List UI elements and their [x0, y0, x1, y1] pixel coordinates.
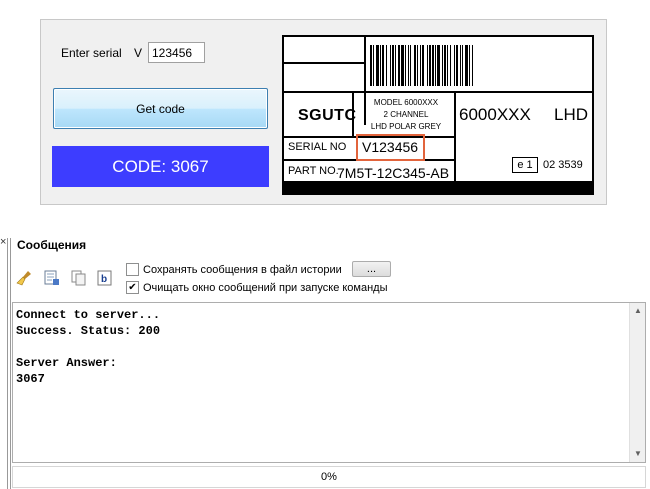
- console-line: Success. Status: 200: [16, 324, 161, 338]
- console-line: ​: [16, 339, 160, 355]
- pane-splitter[interactable]: [7, 238, 11, 489]
- serial-prefix: V: [134, 46, 143, 60]
- browse-button[interactable]: ...: [352, 261, 391, 277]
- broom-icon[interactable]: [16, 269, 34, 287]
- model-line: 2 CHANNEL: [383, 110, 429, 119]
- save-history-checkbox[interactable]: [126, 263, 139, 276]
- serial-label: Enter serial: [61, 46, 122, 60]
- serial-panel: Enter serial V Get code CODE: 3067 SGUTC…: [40, 19, 607, 205]
- svg-text:b: b: [101, 274, 107, 285]
- save-history-option[interactable]: Сохранять сообщения в файл истории: [126, 263, 342, 276]
- label-card: SGUTC MODEL 6000XXX 2 CHANNEL LHD POLAR …: [282, 35, 594, 195]
- messages-console[interactable]: Connect to server... Success. Status: 200…: [12, 302, 646, 463]
- part-no-label: PART NO.: [288, 165, 339, 177]
- clear-on-start-option[interactable]: ✔ Очищать окно сообщений при запуске ком…: [126, 281, 388, 294]
- barcode-bar: [473, 45, 474, 86]
- model-number: 6000XXX: [459, 105, 531, 124]
- drive-side: LHD: [554, 105, 589, 124]
- clear-on-start-checkbox[interactable]: ✔: [126, 281, 139, 294]
- console-output: Connect to server... Success. Status: 200…: [16, 307, 160, 387]
- card-divider: [284, 62, 364, 64]
- model-line: MODEL 6000XXX: [373, 98, 439, 107]
- card-stripe: [284, 181, 592, 193]
- serial-input[interactable]: [148, 42, 205, 63]
- clear-on-start-label: Очищать окно сообщений при запуске коман…: [143, 281, 388, 294]
- app-window: Enter serial V Get code CODE: 3067 SGUTC…: [0, 0, 650, 489]
- barcode: [370, 45, 588, 86]
- text-format-icon[interactable]: b: [96, 269, 114, 287]
- progress-text: 0%: [321, 471, 337, 483]
- save-log-icon[interactable]: [43, 269, 61, 287]
- close-icon[interactable]: ×: [0, 236, 6, 248]
- code-display: CODE: 3067: [52, 146, 269, 187]
- copy-icon[interactable]: [70, 269, 88, 287]
- serial-no-label: SERIAL NO: [288, 141, 347, 153]
- model-block: MODEL 6000XXX 2 CHANNEL LHD POLAR GREY: [358, 97, 454, 133]
- console-line: Server Answer:: [16, 356, 117, 370]
- serial-no-value: V123456: [356, 134, 425, 161]
- console-line: 3067: [16, 372, 45, 386]
- console-line: Connect to server...: [16, 308, 161, 322]
- card-divider: [454, 91, 456, 181]
- messages-title: Сообщения: [17, 238, 87, 252]
- vertical-scrollbar[interactable]: ▲ ▼: [629, 303, 645, 462]
- model-line: LHD POLAR GREY: [370, 122, 442, 131]
- e-mark: e 1: [512, 157, 538, 173]
- brand-text: SGUTC: [298, 107, 357, 124]
- approval-number: 02 3539: [543, 159, 583, 171]
- scroll-up-icon[interactable]: ▲: [630, 303, 646, 319]
- part-no-value: 7M5T-12C345-AB: [337, 165, 450, 181]
- card-divider: [284, 91, 592, 93]
- progress-bar: 0%: [12, 466, 646, 488]
- scroll-down-icon[interactable]: ▼: [630, 446, 646, 462]
- get-code-button[interactable]: Get code: [53, 88, 268, 129]
- save-history-label: Сохранять сообщения в файл истории: [143, 263, 342, 276]
